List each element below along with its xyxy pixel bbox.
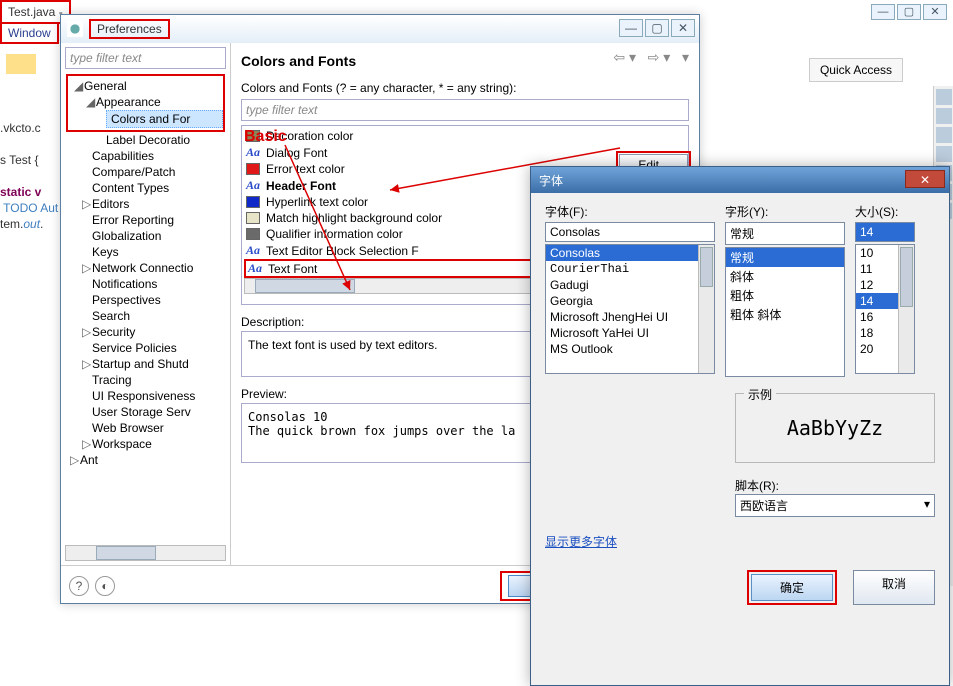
font-option[interactable]: Consolas xyxy=(546,245,714,261)
bg-close[interactable]: ✕ xyxy=(923,4,947,20)
font-option[interactable]: CourierThai xyxy=(546,261,714,277)
tree-item[interactable]: Search xyxy=(66,308,225,324)
style-option[interactable]: 常规 xyxy=(726,248,844,267)
cf-item[interactable]: Decoration color xyxy=(244,128,686,144)
tree-item[interactable]: ▷Workspace xyxy=(66,436,225,452)
tree-item-colors-fonts[interactable]: Colors and For xyxy=(106,110,223,128)
progress-icon[interactable]: ◐ xyxy=(95,576,115,596)
script-label: 脚本(R): xyxy=(735,477,935,494)
pref-min[interactable]: — xyxy=(619,19,643,37)
tree-item[interactable]: Perspectives xyxy=(66,292,225,308)
font-list[interactable]: ConsolasCourierThaiGadugiGeorgiaMicrosof… xyxy=(545,244,715,374)
size-input[interactable]: 14 xyxy=(855,222,915,242)
pref-max[interactable]: ▢ xyxy=(645,19,669,37)
help-icon[interactable]: ? xyxy=(69,576,89,596)
size-list[interactable]: 10111214161820 xyxy=(855,244,915,374)
size-label: 大小(S): xyxy=(855,203,915,220)
gear-icon xyxy=(67,21,83,37)
more-fonts-link[interactable]: 显示更多字体 xyxy=(545,533,617,550)
style-option[interactable]: 粗体 斜体 xyxy=(726,305,844,324)
tree-item[interactable]: UI Responsiveness xyxy=(66,388,225,404)
font-option[interactable]: Gadugi xyxy=(546,277,714,293)
pref-close[interactable]: ✕ xyxy=(671,19,695,37)
font-input[interactable]: Consolas xyxy=(545,222,715,242)
sample-text: AaBbYyZz xyxy=(746,416,924,440)
style-option[interactable]: 斜体 xyxy=(726,267,844,286)
bg-max[interactable]: ▢ xyxy=(897,4,921,20)
font-ok-button[interactable]: 确定 xyxy=(751,574,833,601)
tree-item[interactable]: Compare/Patch xyxy=(66,164,225,180)
tree-item[interactable]: ▷Security xyxy=(66,324,225,340)
tree-item[interactable]: Error Reporting xyxy=(66,212,225,228)
font-option[interactable]: Microsoft YaHei UI xyxy=(546,325,714,341)
tree-item[interactable]: Notifications xyxy=(66,276,225,292)
tree-item[interactable]: ▷Network Connectio xyxy=(66,260,225,276)
cf-filter[interactable]: type filter text xyxy=(241,99,689,121)
tree-item[interactable]: User Storage Serv xyxy=(66,404,225,420)
tree-item[interactable]: Content Types xyxy=(66,180,225,196)
tree-filter[interactable]: type filter text xyxy=(65,47,226,69)
style-label: 字形(Y): xyxy=(725,203,845,220)
hint-label: Colors and Fonts (? = any character, * =… xyxy=(241,81,689,95)
font-dialog-close[interactable]: ✕ xyxy=(905,170,945,188)
sample-box: 示例 AaBbYyZz xyxy=(735,393,935,463)
preferences-titlebar: Preferences — ▢ ✕ xyxy=(61,15,699,43)
font-dialog: 字体 ✕ 字体(F): Consolas ConsolasCourierThai… xyxy=(530,166,950,686)
font-option[interactable]: Microsoft JhengHei UI xyxy=(546,309,714,325)
style-list[interactable]: 常规斜体粗体粗体 斜体 xyxy=(725,247,845,377)
source-code: .vkcto.c s Test { static v TODO Aut tem.… xyxy=(0,120,58,232)
preferences-title: Preferences xyxy=(89,19,170,39)
nav-arrows[interactable]: ⇦ ▾ ⇨ ▾ ▾ xyxy=(613,49,689,66)
font-option[interactable]: MS Outlook xyxy=(546,341,714,357)
font-cancel-button[interactable]: 取消 xyxy=(853,570,935,605)
tree-item[interactable]: Service Policies xyxy=(66,340,225,356)
toolbar-icon[interactable] xyxy=(6,54,36,74)
style-input[interactable]: 常规 xyxy=(725,222,845,245)
tree-item[interactable]: Web Browser xyxy=(66,420,225,436)
tree-item[interactable]: Tracing xyxy=(66,372,225,388)
tree-item[interactable]: ▷Editors xyxy=(66,196,225,212)
script-select[interactable]: 西欧语言▾ xyxy=(735,494,935,517)
menu-window[interactable]: Window xyxy=(0,22,59,44)
font-dialog-title: 字体 ✕ xyxy=(531,167,949,193)
quick-access[interactable]: Quick Access xyxy=(809,58,903,82)
style-option[interactable]: 粗体 xyxy=(726,286,844,305)
annotation-basic: Basic xyxy=(244,128,287,146)
preferences-tree[interactable]: ◢General ◢Appearance Colors and For Labe… xyxy=(65,73,226,541)
tree-item[interactable]: Keys xyxy=(66,244,225,260)
font-option[interactable]: Georgia xyxy=(546,293,714,309)
chevron-down-icon: ▾ xyxy=(924,497,930,514)
tree-item[interactable]: Label Decoratio xyxy=(66,132,225,148)
tree-item[interactable]: ▷Startup and Shutd xyxy=(66,356,225,372)
tree-item[interactable]: Globalization xyxy=(66,228,225,244)
tree-hscroll[interactable] xyxy=(65,545,226,561)
tree-item[interactable]: Capabilities xyxy=(66,148,225,164)
bg-min[interactable]: — xyxy=(871,4,895,20)
font-label: 字体(F): xyxy=(545,203,715,220)
